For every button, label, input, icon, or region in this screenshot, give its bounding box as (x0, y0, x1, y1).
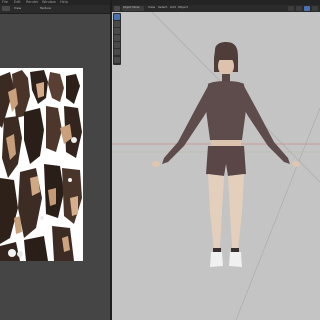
editor-type-icon[interactable] (2, 6, 10, 11)
menu-select[interactable]: Select (158, 5, 167, 10)
image-name[interactable]: Texture (40, 6, 51, 11)
shading-render-icon[interactable] (312, 6, 318, 11)
menu-view[interactable]: View (148, 5, 155, 10)
scale-tool-icon[interactable] (114, 42, 120, 48)
overlay-icon[interactable] (288, 6, 294, 11)
shading-wire-icon[interactable] (296, 6, 302, 11)
object-mode-dropdown[interactable]: Object Mode (122, 6, 144, 11)
viewport-scene (112, 12, 320, 320)
viewport-header: Object Mode View Select Add Object (112, 5, 320, 12)
3d-viewport[interactable] (112, 12, 320, 320)
move-tool-icon[interactable] (114, 28, 120, 34)
texture-atlas-image (0, 68, 83, 261)
select-tool-icon[interactable] (114, 14, 120, 20)
image-editor-header: View Texture (0, 5, 110, 14)
annotate-tool-icon[interactable] (114, 57, 120, 63)
character-model[interactable] (152, 42, 300, 267)
texture-atlas-graphic (0, 68, 83, 261)
menu-object[interactable]: Object (178, 5, 188, 10)
editor-type-icon[interactable] (114, 6, 120, 11)
cursor-tool-icon[interactable] (114, 21, 120, 27)
rotate-tool-icon[interactable] (114, 35, 120, 41)
image-editor-mode[interactable]: View (14, 6, 21, 11)
viewport-toolbar (113, 13, 121, 65)
transform-tool-icon[interactable] (114, 49, 120, 55)
menu-add[interactable]: Add (170, 5, 176, 10)
shading-solid-icon[interactable] (304, 6, 310, 11)
